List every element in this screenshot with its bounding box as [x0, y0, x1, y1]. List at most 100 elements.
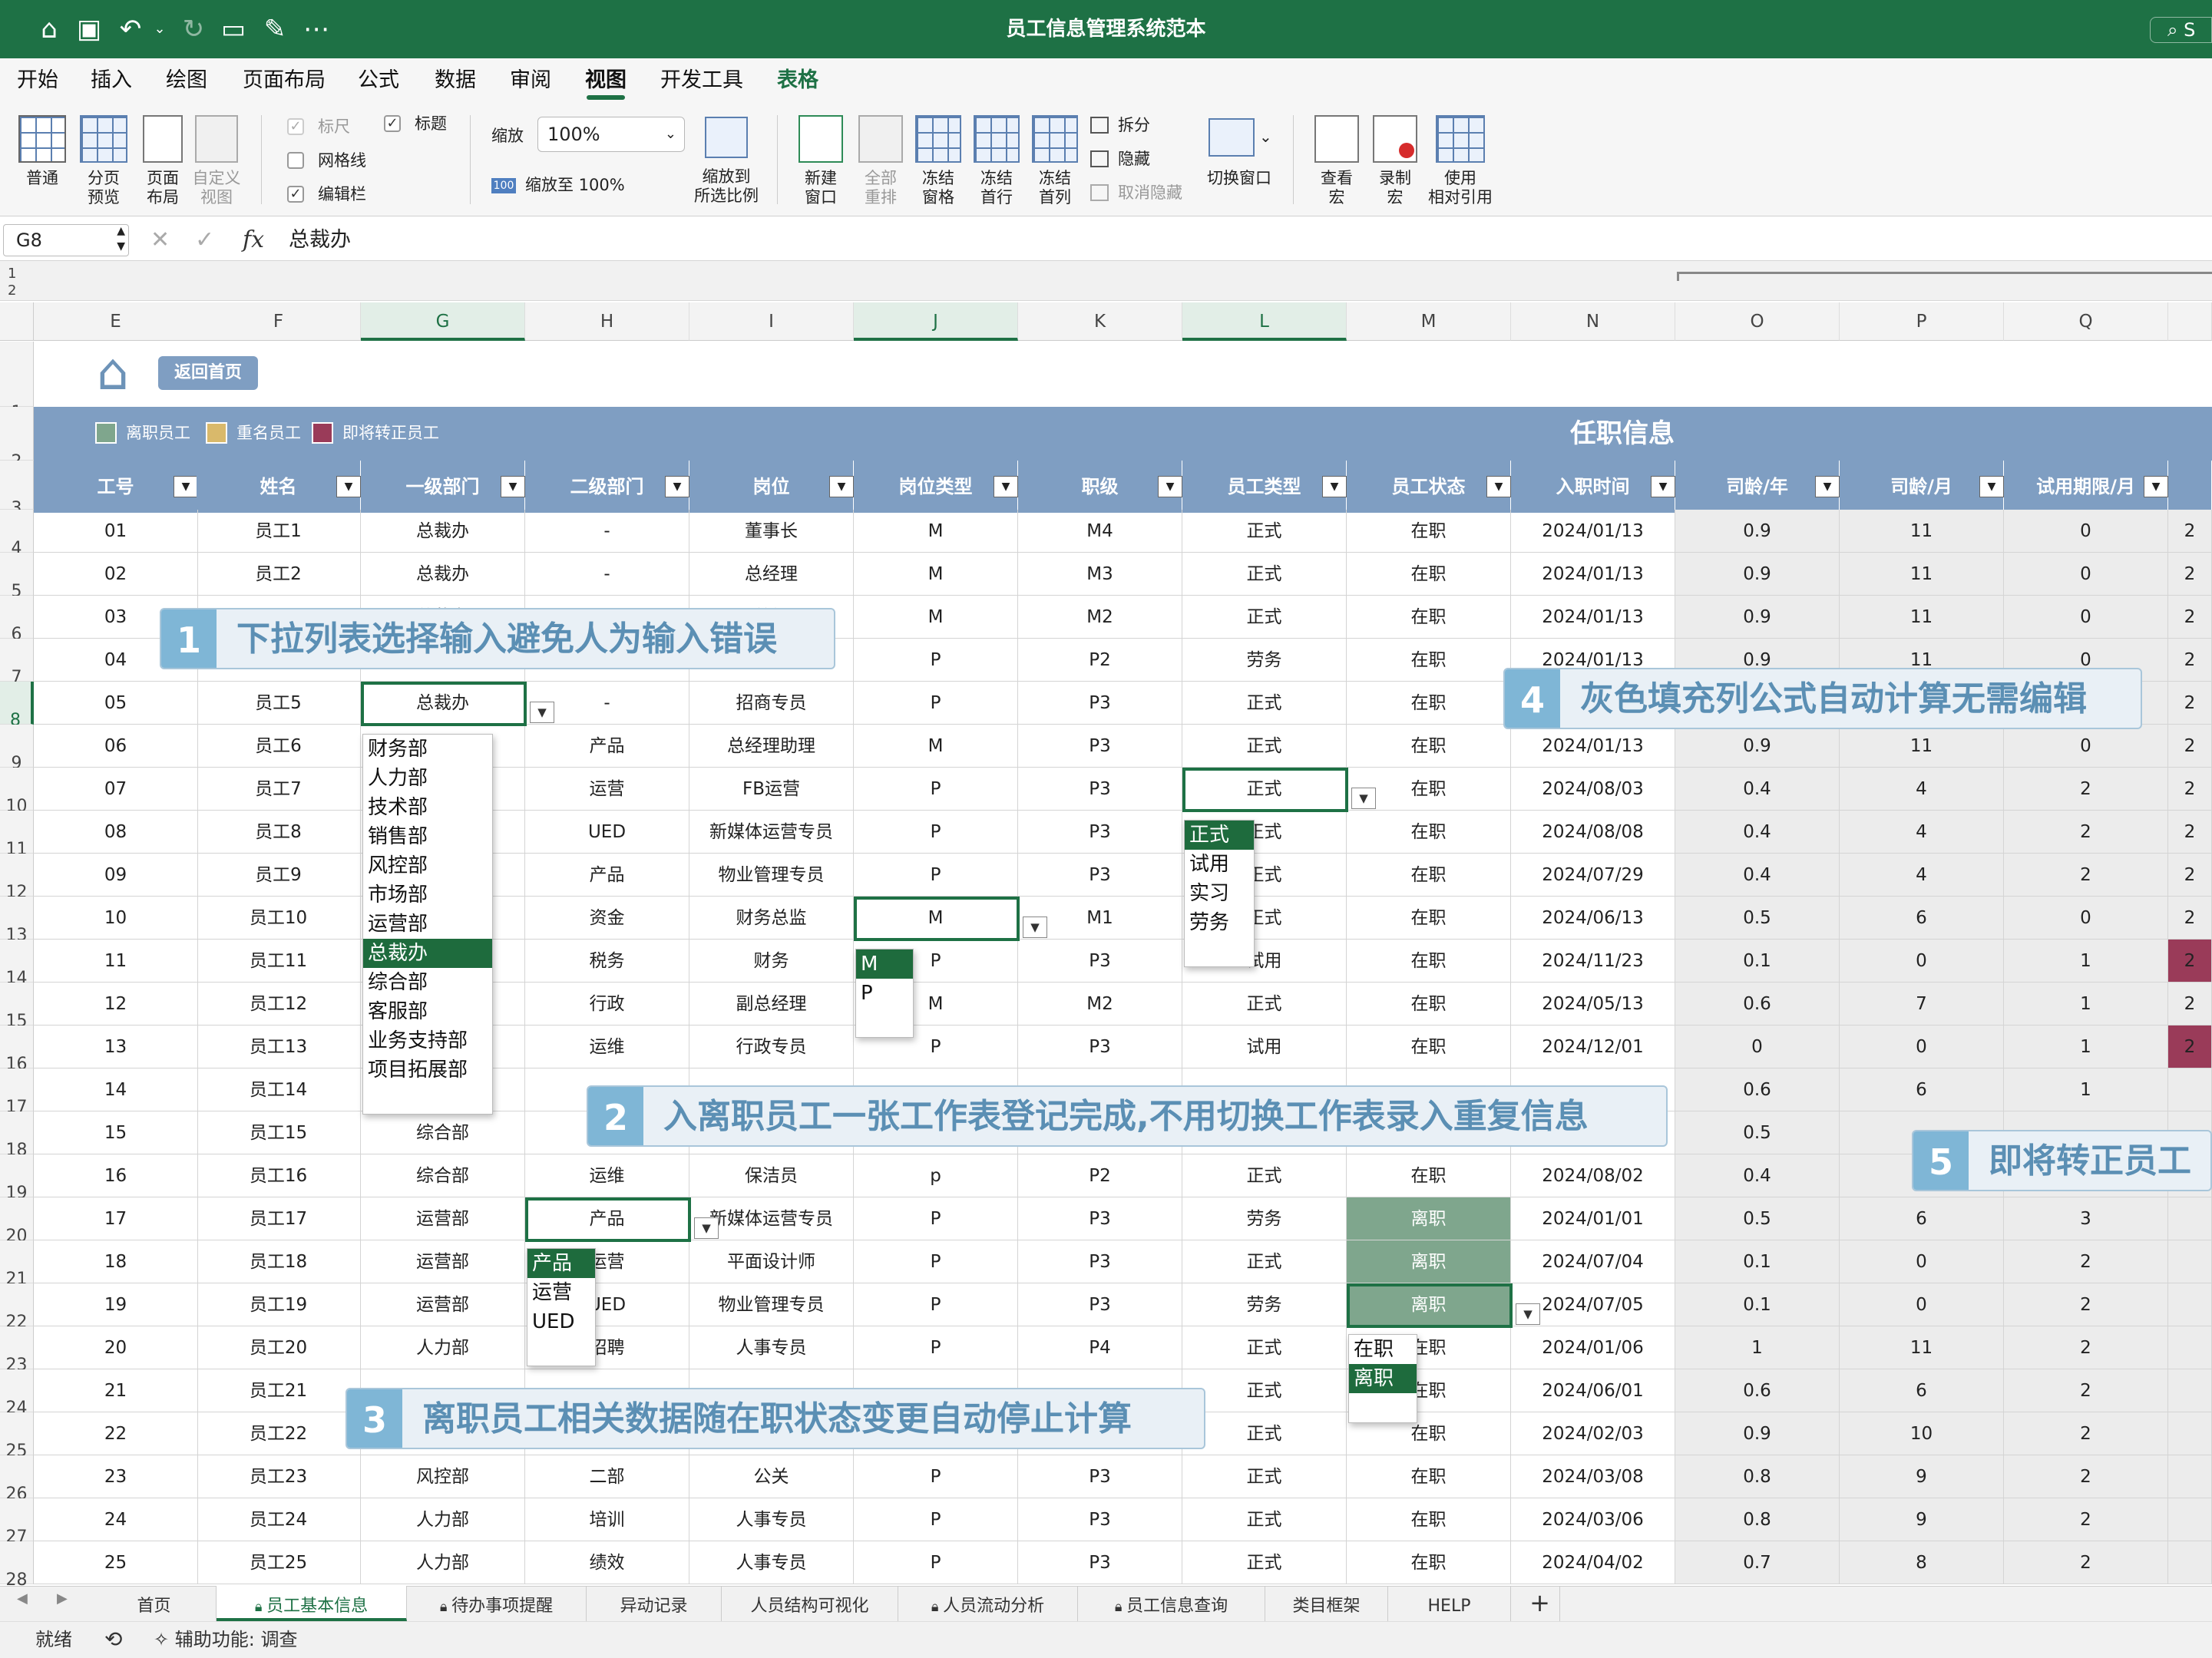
dropdown-option[interactable]: 离职 — [1349, 1364, 1417, 1393]
name-box[interactable]: G8 ▲ ▼ — [3, 224, 129, 256]
column-header-J[interactable]: J — [854, 302, 1018, 341]
switch-window-label[interactable]: 切换窗口 — [1199, 169, 1279, 188]
cell[interactable]: 06 — [34, 725, 198, 768]
row-header-24[interactable]: 24 — [0, 1369, 34, 1418]
row-header-12[interactable]: 12 — [0, 854, 34, 902]
cell[interactable]: 22 — [34, 1412, 198, 1455]
cell[interactable]: 在职 — [1347, 983, 1511, 1026]
cell[interactable]: 资金 — [525, 897, 689, 940]
cell[interactable]: 新媒体运营专员 — [689, 811, 854, 854]
row-header-19[interactable]: 19 — [0, 1154, 34, 1203]
cell[interactable]: P — [854, 854, 1018, 897]
cell[interactable]: 0.7 — [1675, 1541, 1840, 1584]
cell[interactable]: 税务 — [525, 940, 689, 983]
save-as-icon[interactable]: ✎ — [260, 14, 290, 45]
cell[interactable]: 2 — [2004, 1455, 2168, 1498]
cell[interactable]: 人事专员 — [689, 1498, 854, 1541]
cell[interactable]: 8 — [1840, 1541, 2004, 1584]
row-header-16[interactable]: 16 — [0, 1026, 34, 1074]
cell[interactable]: 人事专员 — [689, 1326, 854, 1369]
cell[interactable]: 正式 — [1182, 1541, 1347, 1584]
cell[interactable]: 2024/11/23 — [1511, 940, 1675, 983]
fx-icon[interactable]: fx — [243, 224, 264, 256]
row-header-8[interactable]: 8 — [0, 682, 34, 730]
cell[interactable]: 员工13 — [197, 1026, 361, 1068]
cell[interactable]: 总裁办 — [361, 553, 525, 596]
cell[interactable]: 在职 — [1347, 1541, 1511, 1584]
cell[interactable]: P3 — [1018, 940, 1182, 983]
cell[interactable]: 07 — [34, 768, 198, 811]
cell[interactable]: 0.5 — [1675, 897, 1840, 940]
cell[interactable]: 20 — [34, 1326, 198, 1369]
cell[interactable]: P — [854, 1240, 1018, 1283]
active-cell-sub-dept[interactable] — [525, 1197, 691, 1242]
dropdown-arrow-icon[interactable]: ▼ — [1516, 1303, 1540, 1325]
macro-status-icon[interactable]: ⟲ — [104, 1621, 122, 1658]
cell[interactable]: 0.4 — [1675, 854, 1840, 897]
cell[interactable]: 08 — [34, 811, 198, 854]
cell[interactable]: 正式 — [1182, 682, 1347, 725]
cell[interactable]: 二部 — [525, 1455, 689, 1498]
sheet-tab-6[interactable]: 🔒︎ 员工信息查询 — [1078, 1586, 1265, 1621]
cell[interactable]: 2024/07/29 — [1511, 854, 1675, 897]
arrange-all-icon[interactable] — [858, 115, 903, 163]
cell[interactable]: 2 — [2168, 940, 2212, 983]
cell[interactable]: 0 — [2004, 553, 2168, 596]
cell[interactable]: P3 — [1018, 768, 1182, 811]
cell[interactable]: 劳务 — [1182, 1197, 1347, 1240]
dropdown-option[interactable]: M — [856, 950, 913, 979]
cell[interactable]: 6 — [1840, 1068, 2004, 1111]
row-header-15[interactable]: 15 — [0, 983, 34, 1031]
row-header-20[interactable]: 20 — [0, 1197, 34, 1246]
cell[interactable]: 员工11 — [197, 940, 361, 983]
row-header-7[interactable]: 7 — [0, 639, 34, 687]
relative-reference-icon[interactable] — [1436, 115, 1485, 163]
save-icon[interactable]: ▣ — [74, 14, 104, 45]
sheet-tab-5[interactable]: 🔒︎ 人员流动分析 — [898, 1586, 1078, 1621]
filter-button[interactable]: ▼ — [1158, 476, 1182, 497]
cell[interactable]: 4 — [1840, 854, 2004, 897]
cell[interactable]: 在职 — [1347, 1154, 1511, 1197]
cell[interactable]: 试用 — [1182, 1026, 1347, 1068]
cell[interactable]: P — [854, 768, 1018, 811]
cell[interactable]: 2 — [2168, 854, 2212, 897]
cell[interactable]: 在职 — [1347, 1498, 1511, 1541]
cell[interactable]: 1 — [2004, 1026, 2168, 1068]
zoom-select[interactable]: 100% ⌄ — [537, 117, 685, 152]
cell[interactable]: 绩效 — [525, 1541, 689, 1584]
cell[interactable]: 运维 — [525, 1026, 689, 1068]
cell[interactable]: 行政专员 — [689, 1026, 854, 1068]
cell[interactable]: P3 — [1018, 1026, 1182, 1068]
cell[interactable]: 1 — [2004, 940, 2168, 983]
cell[interactable]: 总经理助理 — [689, 725, 854, 768]
cell[interactable]: 2 — [2004, 854, 2168, 897]
headings-checkbox[interactable]: ✓ — [384, 115, 401, 132]
cell[interactable]: P — [854, 1326, 1018, 1369]
row-header-28[interactable]: 28 — [0, 1541, 34, 1590]
cell[interactable]: 1 — [2004, 1068, 2168, 1111]
row-header-21[interactable]: 21 — [0, 1240, 34, 1289]
cell[interactable]: UED — [525, 811, 689, 854]
cell[interactable]: 员工6 — [197, 725, 361, 768]
sheet-tab-2[interactable]: 🔒︎ 待办事项提醒 — [407, 1586, 587, 1621]
cell[interactable]: P — [854, 1498, 1018, 1541]
cell[interactable]: 正式 — [1182, 1326, 1347, 1369]
filter-button[interactable]: ▼ — [501, 476, 525, 497]
cell[interactable]: 6 — [1840, 1197, 2004, 1240]
dropdown-option[interactable]: 客服部 — [363, 997, 492, 1026]
cell[interactable]: 2024/03/08 — [1511, 1455, 1675, 1498]
row-header-14[interactable]: 14 — [0, 940, 34, 988]
cell[interactable] — [2168, 1369, 2212, 1412]
cell[interactable]: 0.1 — [1675, 940, 1840, 983]
formula-bar-checkbox[interactable]: ✓ — [287, 186, 304, 203]
cell[interactable] — [2168, 1455, 2212, 1498]
cell[interactable]: 人力部 — [361, 1326, 525, 1369]
cell[interactable]: 2 — [2168, 768, 2212, 811]
filter-button[interactable]: ▼ — [336, 476, 361, 497]
cell[interactable]: 2 — [2004, 768, 2168, 811]
cell[interactable]: 0 — [1840, 1240, 2004, 1283]
cell[interactable]: 0.5 — [1675, 1111, 1840, 1154]
cell[interactable]: 0 — [2004, 510, 2168, 553]
menu-draw[interactable]: 绘图 — [166, 58, 207, 103]
cell[interactable]: 0 — [2004, 596, 2168, 639]
